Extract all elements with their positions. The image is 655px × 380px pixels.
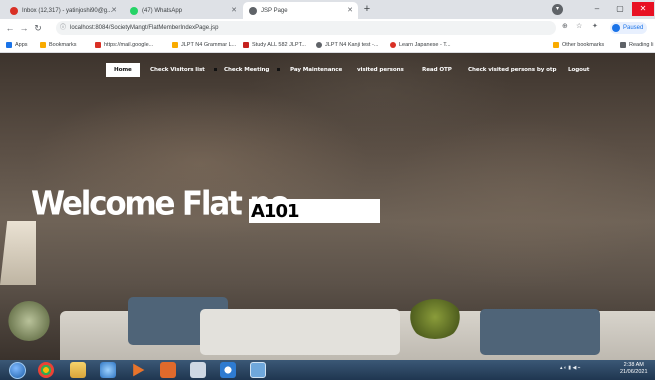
documents-icon[interactable] [190,362,206,378]
plant-image [408,299,462,339]
close-icon[interactable]: ✕ [231,6,237,14]
media-player-icon[interactable] [100,362,116,378]
nav-check-meeting[interactable]: Check Meeting [224,63,269,77]
bookmark-label: Other bookmarks [562,42,605,48]
plant-image [8,301,50,341]
address-bar[interactable]: ⓘ localhost:8084/SocietyMangt/FlatMember… [56,21,556,35]
url-text: localhost:8084/SocietyMangt/FlatMemberIn… [70,25,219,31]
nav-visited-persons[interactable]: visited persons [357,63,404,77]
profile-button[interactable]: Paused [610,22,648,34]
bookmarks-bar: Apps Bookmarks https://mail.google... JL… [0,37,655,53]
reload-icon[interactable]: ↻ [32,21,44,35]
bookmark-bookmarks[interactable]: Bookmarks [40,40,77,50]
whatsapp-icon [130,6,138,15]
tab-label: (47) WhatsApp [142,7,183,14]
back-arrow-icon[interactable]: ← [4,21,16,35]
tab-label: JSP Page [261,7,288,14]
play-icon[interactable] [133,363,145,377]
globe-icon [249,6,257,15]
forward-arrow-icon[interactable]: → [18,21,30,35]
reading-list[interactable]: Reading li [620,40,653,50]
bookmark-label: Bookmarks [49,42,77,48]
site-icon [390,42,396,48]
extensions-icon[interactable]: ✦ [592,22,598,30]
other-bookmarks[interactable]: Other bookmarks [553,40,604,50]
bookmark-label: Apps [15,42,28,48]
tab-gmail[interactable]: Inbox (12,317) - yatinjoshi90@g... ✕ [4,2,122,19]
star-icon[interactable]: ☆ [576,22,582,30]
nav-pay-maintenance[interactable]: Pay Maintenance [290,63,342,77]
bookmark-gmail[interactable]: https://mail.google... [95,40,153,50]
bookmark-label: Study ALL 582 JLPT... [252,42,306,48]
nav-read-otp[interactable]: Read OTP [422,63,452,77]
nav-check-visited-by-otp[interactable]: Check visited persons by otp [468,63,557,77]
file-explorer-icon[interactable] [70,362,86,378]
gmail-icon [95,42,101,48]
minimize-icon[interactable]: – [586,2,608,16]
bookmark-star-icon [40,42,46,48]
gmail-icon [10,6,18,15]
taskbar-clock[interactable]: 2:38 AM 21/06/2021 [620,362,648,376]
main-nav: Home Check Visitors list Check Meeting P… [0,63,655,77]
bookmark-jlpt-grammar[interactable]: JLPT N4 Grammar L... [172,40,236,50]
remote-desktop-icon[interactable] [250,362,266,378]
tab-jsp-page[interactable]: JSP Page ✕ [243,2,358,19]
bookmark-label: JLPT N4 Grammar L... [181,42,237,48]
start-button[interactable] [9,362,26,379]
close-icon[interactable]: ✕ [111,6,117,14]
new-tab-button[interactable]: + [360,3,374,17]
info-icon[interactable]: ⓘ [60,21,66,35]
bookmark-jlpt-study[interactable]: Study ALL 582 JLPT... [243,40,306,50]
bookmark-apps[interactable]: Apps [6,40,28,50]
folder-icon [553,42,559,48]
maximize-icon[interactable]: ▢ [609,2,631,16]
avatar [612,24,620,32]
bookmark-label: https://mail.google... [104,42,154,48]
system-tray[interactable]: ▴ ◐ ▮ ◀ ⌁ [560,365,581,371]
globe-icon [316,42,322,48]
tab-whatsapp[interactable]: (47) WhatsApp ✕ [124,2,242,19]
windows-taskbar: ▴ ◐ ▮ ◀ ⌁ 2:38 AM 21/06/2021 [0,360,655,380]
cushion-image [200,309,400,355]
profile-label: Paused [623,25,644,31]
folder-icon [172,42,178,48]
bookmark-jlpt-kanji[interactable]: JLPT N4 Kanji test -... [316,40,378,50]
office-icon[interactable] [160,362,176,378]
window-close-icon[interactable]: ✕ [632,2,654,16]
reading-list-icon [620,42,626,48]
chrome-icon[interactable] [38,362,54,378]
cushion-image [480,309,600,355]
bookmark-label: JLPT N4 Kanji test -... [325,42,379,48]
page-content: Home Check Visitors list Check Meeting P… [0,53,655,360]
welcome-banner: Welcome Flat no [31,183,380,223]
nav-separator [214,68,217,71]
bookmark-learn-japanese[interactable]: Learn Japanese - T... [390,40,451,50]
tab-label: Inbox (12,317) - yatinjoshi90@g... [22,7,113,14]
nav-home[interactable]: Home [106,63,140,77]
nav-logout[interactable]: Logout [568,63,589,77]
nav-check-visitors-list[interactable]: Check Visitors list [150,63,205,77]
nav-separator [277,68,280,71]
close-icon[interactable]: ✕ [347,6,353,14]
youtube-icon [243,42,249,48]
bookmark-label: Reading li [629,42,654,48]
bookmark-label: Learn Japanese - T... [399,42,451,48]
zoom-icon[interactable]: ⊕ [562,22,568,30]
sofa-image [60,297,655,360]
flat-number-field[interactable] [249,199,380,223]
browser-tab-strip: Inbox (12,317) - yatinjoshi90@g... ✕ (47… [0,0,655,19]
virtualbox-icon[interactable] [220,362,236,378]
clock-time: 2:38 AM [623,362,644,368]
browser-toolbar: ← → ↻ ⓘ localhost:8084/SocietyMangt/Flat… [0,19,655,37]
apps-grid-icon [6,42,12,48]
tab-search-icon[interactable]: ▾ [552,4,563,15]
lamp-image [0,221,36,285]
clock-date: 21/06/2021 [620,369,648,375]
